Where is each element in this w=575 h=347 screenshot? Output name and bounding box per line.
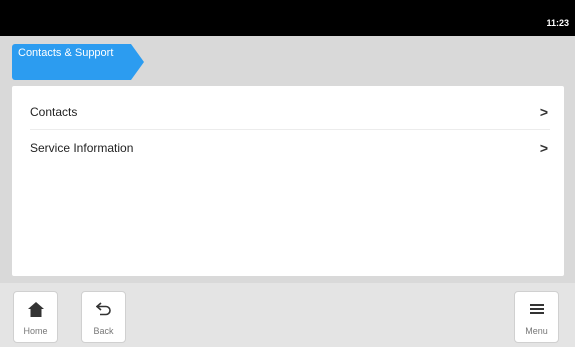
status-bar: 11:23	[0, 0, 575, 36]
menu-list: Contacts > Service Information >	[12, 86, 564, 276]
menu-label: Menu	[525, 326, 548, 336]
back-button[interactable]: Back	[81, 291, 126, 343]
back-label: Back	[93, 326, 114, 336]
home-button[interactable]: Home	[13, 291, 58, 343]
status-clock: 11:23	[546, 18, 569, 28]
chevron-right-icon: >	[539, 140, 548, 156]
back-arrow-icon	[82, 302, 125, 319]
chevron-right-icon: >	[539, 104, 548, 120]
home-icon	[14, 302, 57, 320]
list-item-contacts[interactable]: Contacts >	[12, 92, 564, 132]
list-item-label: Service Information	[30, 141, 134, 155]
list-item-service-information[interactable]: Service Information >	[12, 128, 564, 168]
hamburger-menu-icon	[515, 302, 558, 318]
home-label: Home	[23, 326, 48, 336]
breadcrumb: Contacts & Support	[12, 44, 144, 80]
bottom-nav-bar: Home Back Menu	[0, 283, 575, 347]
list-item-label: Contacts	[30, 105, 78, 119]
breadcrumb-label: Contacts & Support	[18, 47, 114, 59]
top-bar: Contacts & Support	[0, 36, 575, 82]
menu-button[interactable]: Menu	[514, 291, 559, 343]
